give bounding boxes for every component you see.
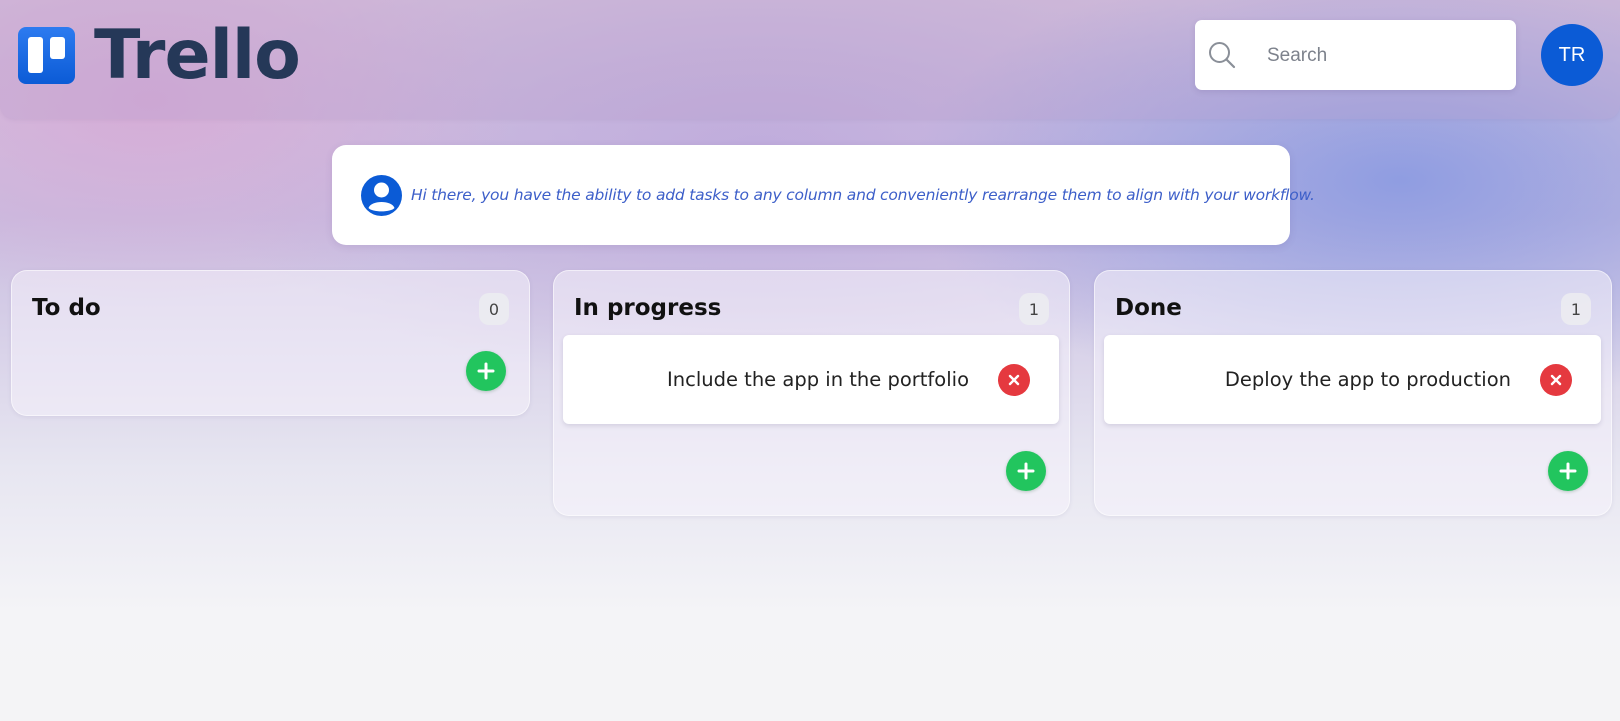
top-header: Trello TR bbox=[0, 0, 1620, 119]
task-text: Deploy the app to production bbox=[1224, 368, 1511, 391]
user-avatar[interactable]: TR bbox=[1541, 24, 1603, 86]
plus-icon bbox=[477, 362, 495, 380]
avatar-initials: TR bbox=[1558, 43, 1586, 66]
task-text: Include the app in the portfolio bbox=[667, 368, 969, 391]
search-input[interactable] bbox=[1265, 36, 1499, 76]
user-circle-icon bbox=[361, 174, 402, 216]
delete-task-button[interactable] bbox=[998, 364, 1030, 396]
task-card[interactable]: Include the app in the portfolio bbox=[563, 335, 1059, 424]
plus-icon bbox=[1017, 462, 1035, 480]
notice-message: Hi there, you have the ability to add ta… bbox=[411, 186, 1315, 204]
column-done: Done 1 Deploy the app to production bbox=[1094, 270, 1612, 516]
add-task-button[interactable] bbox=[466, 351, 506, 391]
column-title: In progress bbox=[574, 295, 722, 321]
add-task-button[interactable] bbox=[1006, 451, 1046, 491]
close-icon bbox=[1008, 374, 1020, 386]
task-count-badge: 1 bbox=[1019, 293, 1049, 325]
column-title: Done bbox=[1115, 295, 1182, 321]
column-title: To do bbox=[32, 295, 101, 321]
column-to-do: To do 0 bbox=[11, 270, 530, 416]
column-in-progress: In progress 1 Include the app in the por… bbox=[553, 270, 1070, 516]
app-logo[interactable]: Trello bbox=[18, 16, 301, 95]
task-card[interactable]: Deploy the app to production bbox=[1104, 335, 1601, 424]
add-task-button[interactable] bbox=[1548, 451, 1588, 491]
app-title: Trello bbox=[94, 16, 301, 95]
close-icon bbox=[1550, 374, 1562, 386]
trello-board-icon bbox=[18, 26, 75, 84]
delete-task-button[interactable] bbox=[1540, 364, 1572, 396]
search-box[interactable] bbox=[1195, 20, 1516, 90]
task-count-badge: 1 bbox=[1561, 293, 1591, 325]
search-icon bbox=[1209, 42, 1236, 69]
info-notice: Hi there, you have the ability to add ta… bbox=[332, 145, 1315, 245]
task-count-badge: 0 bbox=[479, 293, 509, 325]
plus-icon bbox=[1559, 462, 1577, 480]
